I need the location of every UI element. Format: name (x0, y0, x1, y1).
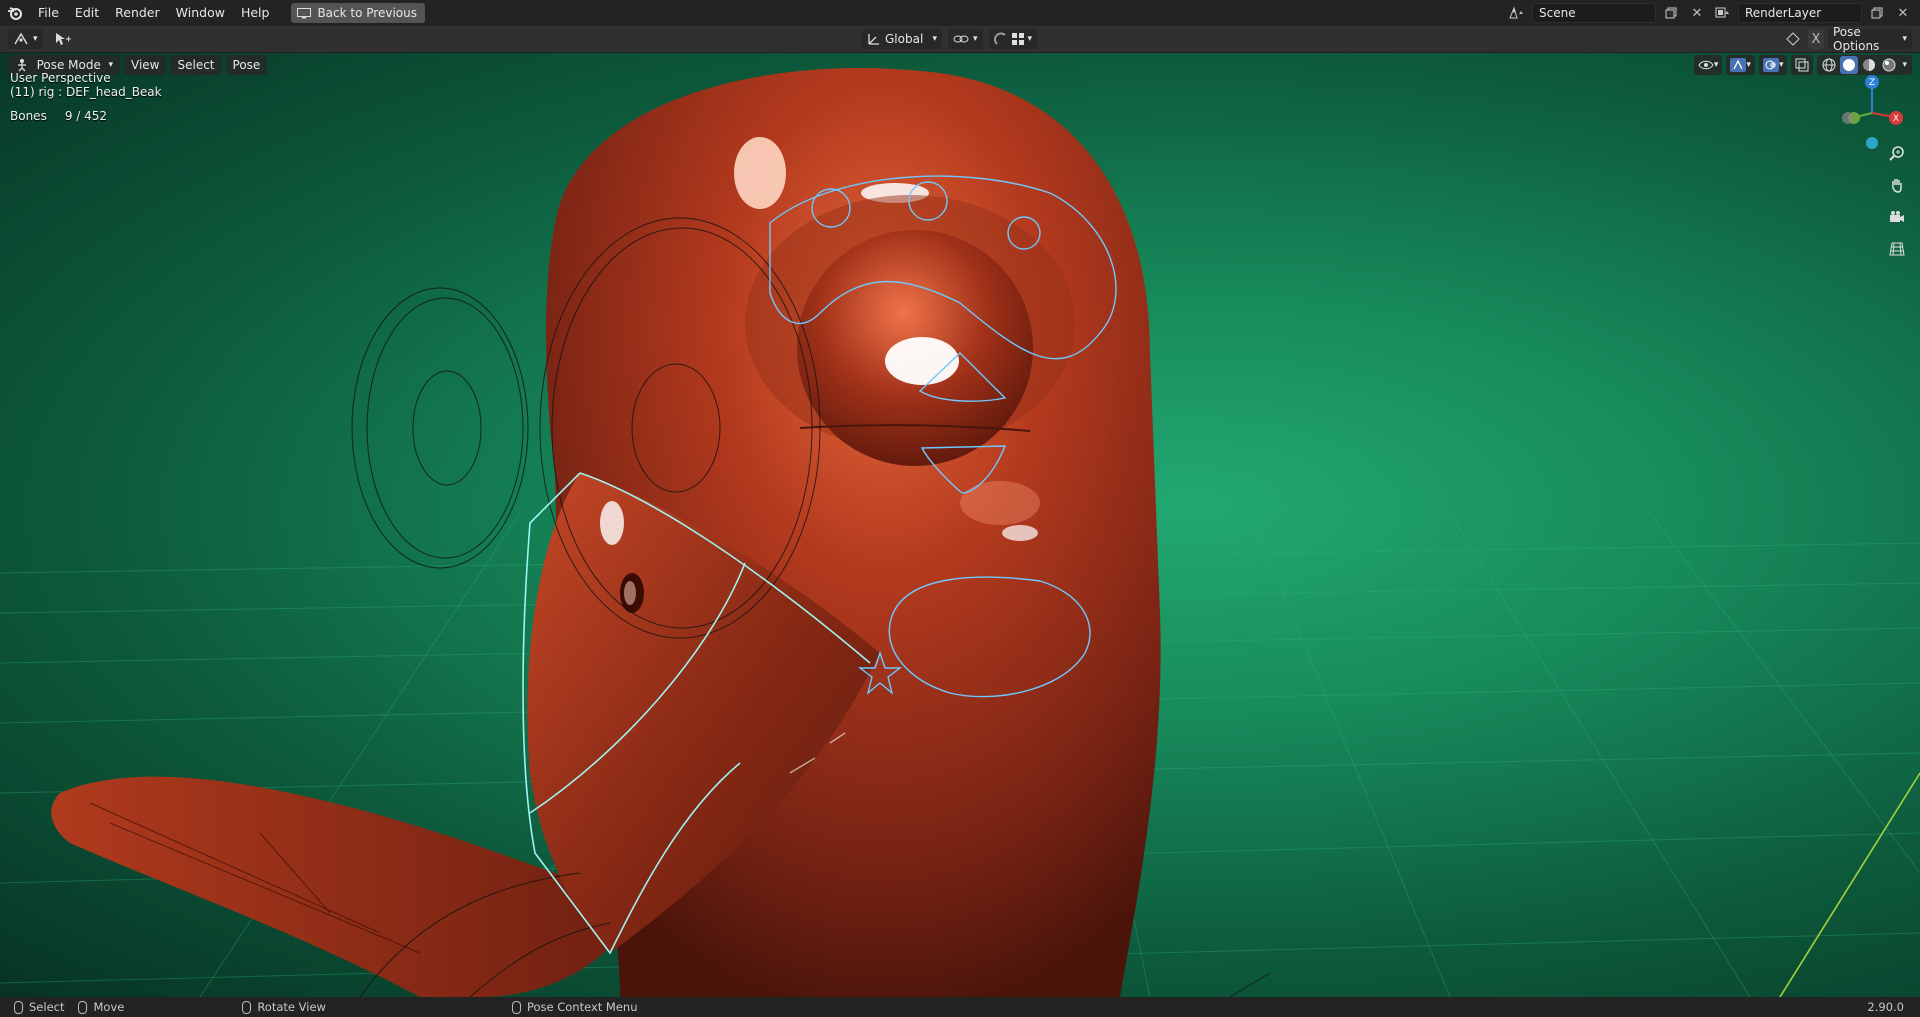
bones-stat: Bones 9 / 452 (10, 109, 107, 123)
blender-logo-icon[interactable] (0, 0, 30, 26)
delete-render-layer-icon[interactable]: ✕ (1892, 3, 1914, 23)
chevron-down-icon: ▾ (1778, 60, 1784, 70)
bones-label: Bones (10, 109, 47, 123)
right-mouse-icon (511, 1000, 521, 1014)
transform-tool-button[interactable] (49, 29, 77, 49)
shading-modes: ▾ (1817, 55, 1912, 75)
back-to-previous-button[interactable]: Back to Previous (291, 3, 425, 23)
render-layer-field[interactable]: RenderLayer (1738, 3, 1862, 23)
overlays-toggle[interactable]: ▾ (1758, 55, 1788, 75)
gizmo-toggle[interactable]: ▾ (1726, 55, 1755, 75)
wireframe-shading-icon[interactable] (1820, 56, 1838, 74)
status-rotate: Rotate View (242, 1000, 326, 1014)
pivot-point-dropdown[interactable]: ▾ (948, 29, 983, 49)
status-bar: Select Move Rotate View Pose Context Men… (0, 997, 1920, 1017)
xray-toggle[interactable] (1791, 55, 1814, 75)
chevron-down-icon: ▾ (33, 34, 38, 44)
perspective-grid-icon[interactable] (1884, 237, 1910, 261)
status-context-label: Pose Context Menu (526, 1000, 638, 1014)
chevron-down-icon: ▾ (973, 34, 978, 44)
solid-shading-icon[interactable] (1840, 56, 1859, 74)
status-context: Pose Context Menu (511, 1000, 638, 1014)
view-menu[interactable]: View (124, 55, 167, 75)
chevron-down-icon: ▾ (1746, 60, 1751, 70)
pose-options-dropdown[interactable]: Pose Options ▾ (1828, 25, 1912, 53)
close-button[interactable]: X (1808, 29, 1824, 49)
select-menu[interactable]: Select (170, 55, 222, 75)
delete-scene-icon[interactable]: ✕ (1686, 3, 1708, 23)
overlay-icon (1762, 58, 1779, 72)
viewport-header: Pose Mode ▾ View Select Pose ▾ ▾ ▾ ▾ (0, 53, 1920, 77)
status-move-label: Move (93, 1000, 125, 1014)
interaction-mode-label: Pose Mode (36, 58, 101, 72)
pose-menu[interactable]: Pose (225, 55, 268, 75)
new-scene-icon[interactable] (1660, 3, 1682, 23)
left-mouse-icon (14, 1000, 23, 1014)
new-render-layer-icon[interactable] (1866, 3, 1888, 23)
version-label: 2.90.0 (1867, 1000, 1904, 1014)
chevron-down-icon: ▾ (108, 60, 113, 70)
scene-selector-icon[interactable] (1506, 3, 1528, 23)
perspective-label: User Perspective (10, 71, 111, 85)
render-layer-selector-icon[interactable] (1712, 3, 1734, 23)
keying-set-icon[interactable] (1782, 29, 1804, 49)
top-menubar: File Edit Render Window Help Back to Pre… (0, 0, 1920, 26)
3d-viewport-icon (14, 32, 28, 45)
snap-dropdown[interactable]: ▾ (988, 29, 1038, 49)
svg-text:X: X (1893, 114, 1899, 124)
chevron-down-icon: ▾ (1027, 34, 1033, 44)
right-mouse-icon (78, 1000, 88, 1014)
orientation-label: Global (885, 32, 924, 46)
pan-hand-icon[interactable] (1884, 173, 1910, 197)
camera-icon[interactable] (1884, 205, 1910, 229)
editor-type-dropdown[interactable]: ▾ (8, 29, 43, 49)
back-to-previous-label: Back to Previous (317, 6, 417, 20)
menu-file[interactable]: File (30, 0, 67, 26)
snap-grid-icon (1011, 33, 1024, 45)
pose-options-label: Pose Options (1833, 25, 1880, 53)
material-shading-icon[interactable] (1860, 56, 1878, 74)
eye-icon (1698, 60, 1714, 70)
move-cursor-icon (55, 33, 71, 45)
viewport-nav-buttons (1884, 141, 1910, 261)
screen-icon (297, 7, 312, 18)
snap-magnet-icon (993, 32, 1006, 45)
bones-count: 9 / 452 (64, 109, 108, 123)
menu-render[interactable]: Render (107, 0, 168, 26)
svg-text:Z: Z (1869, 78, 1875, 88)
orientation-icon (868, 34, 879, 45)
scene-field[interactable]: Scene (1532, 3, 1656, 23)
active-object-label: (11) rig : DEF_head_Beak (10, 85, 162, 99)
chevron-down-icon: ▾ (932, 34, 937, 44)
rendered-shading-icon[interactable] (1880, 56, 1898, 74)
header-toolbar: ▾ Global ▾ ▾ ▾ X Pose Options ▾ (0, 25, 1920, 53)
gizmo-icon (1730, 58, 1747, 72)
middle-mouse-icon (242, 1000, 252, 1014)
visibility-dropdown[interactable]: ▾ (1693, 55, 1723, 75)
viewport-scene (0, 68, 1920, 997)
menu-help[interactable]: Help (233, 0, 278, 26)
y-axis-line (1779, 772, 1920, 997)
menu-window[interactable]: Window (168, 0, 233, 26)
status-select-label: Select (29, 1000, 65, 1014)
3d-viewport[interactable]: Pose Mode ▾ View Select Pose ▾ ▾ ▾ ▾ Use… (0, 53, 1920, 997)
zoom-icon[interactable] (1884, 141, 1910, 165)
pose-mode-icon (18, 59, 26, 72)
menu-edit[interactable]: Edit (67, 0, 107, 26)
xray-icon (1795, 58, 1809, 72)
status-rotate-label: Rotate View (257, 1000, 326, 1014)
status-select: Select (14, 1000, 64, 1014)
status-move: Move (78, 1000, 124, 1014)
transform-orientation-dropdown[interactable]: Global ▾ (862, 29, 942, 49)
chevron-down-icon[interactable]: ▾ (1900, 60, 1909, 70)
link-icon (953, 35, 969, 43)
chevron-down-icon: ▾ (1902, 34, 1907, 44)
chevron-down-icon: ▾ (1713, 60, 1719, 70)
